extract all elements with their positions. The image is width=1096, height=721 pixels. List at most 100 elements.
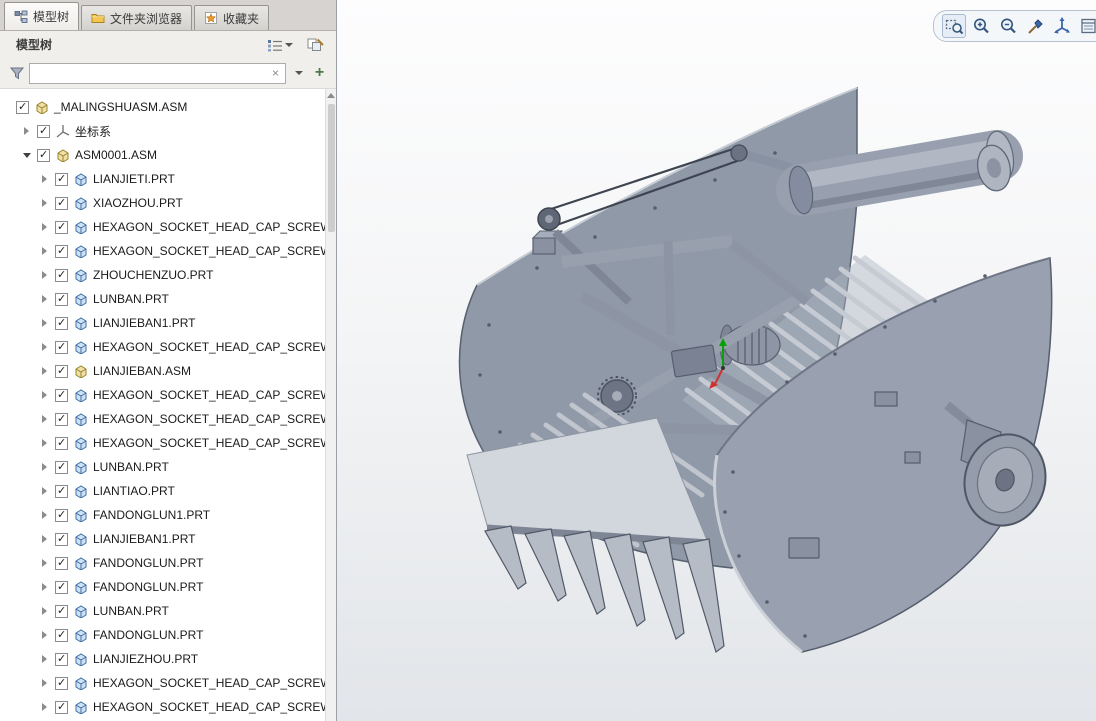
item-checkbox[interactable] — [55, 652, 68, 666]
tree-item[interactable]: LUNBAN.PRT — [0, 287, 325, 311]
item-checkbox[interactable] — [37, 124, 50, 138]
item-checkbox[interactable] — [55, 316, 68, 330]
item-checkbox[interactable] — [55, 268, 68, 282]
tree-item[interactable]: HEXAGON_SOCKET_HEAD_CAP_SCREW — [0, 695, 325, 719]
tree-item[interactable]: LUNBAN.PRT — [0, 599, 325, 623]
expander-icon[interactable] — [40, 486, 51, 497]
expander-icon[interactable] — [40, 174, 51, 185]
tree-item[interactable]: HEXAGON_SOCKET_HEAD_CAP_SCREW — [0, 215, 325, 239]
filter-dropdown-button[interactable] — [291, 64, 306, 83]
tree-item[interactable]: ZHOUCHENZUO.PRT — [0, 263, 325, 287]
tree-item[interactable]: LIANJIETI.PRT — [0, 167, 325, 191]
item-checkbox[interactable] — [55, 628, 68, 642]
zoom-in-button[interactable] — [969, 14, 993, 38]
item-checkbox[interactable] — [55, 220, 68, 234]
expander-icon[interactable] — [40, 654, 51, 665]
clear-search-icon[interactable]: × — [270, 66, 281, 80]
model-canvas[interactable] — [337, 0, 1096, 721]
item-checkbox[interactable] — [55, 604, 68, 618]
item-checkbox[interactable] — [55, 196, 68, 210]
favorites-icon — [204, 11, 218, 25]
tree-item[interactable]: FANDONGLUN.PRT — [0, 551, 325, 575]
tree-settings-button[interactable] — [305, 36, 326, 53]
item-checkbox[interactable] — [55, 532, 68, 546]
expander-icon[interactable] — [40, 582, 51, 593]
tree-item[interactable]: HEXAGON_SOCKET_HEAD_CAP_SCREW — [0, 431, 325, 455]
item-checkbox[interactable] — [37, 148, 50, 162]
expander-icon[interactable] — [40, 270, 51, 281]
view-manager-button[interactable] — [1077, 14, 1096, 38]
expander-icon[interactable] — [40, 558, 51, 569]
tree-item[interactable]: FANDONGLUN.PRT — [0, 575, 325, 599]
tree-item[interactable]: HEXAGON_SOCKET_HEAD_CAP_SCREW — [0, 239, 325, 263]
tree-item[interactable]: XIAOZHOU.PRT — [0, 191, 325, 215]
expander-icon[interactable] — [40, 318, 51, 329]
graphics-viewport[interactable] — [337, 0, 1096, 721]
expander-icon[interactable] — [40, 294, 51, 305]
item-checkbox[interactable] — [55, 364, 68, 378]
add-filter-button[interactable]: + — [311, 64, 328, 83]
expander-icon[interactable] — [40, 222, 51, 233]
tree-item[interactable]: _MALINGSHUASM.ASM — [0, 95, 325, 119]
item-checkbox[interactable] — [55, 700, 68, 714]
expander-icon[interactable] — [22, 150, 33, 161]
tab-model-tree[interactable]: 模型树 — [4, 2, 80, 30]
tree-item[interactable]: HEXAGON_SOCKET_HEAD_CAP_SCREW — [0, 383, 325, 407]
tree-item[interactable]: HEXAGON_SOCKET_HEAD_CAP_SCREW — [0, 407, 325, 431]
item-checkbox[interactable] — [55, 436, 68, 450]
expander-icon[interactable] — [40, 678, 51, 689]
expander-icon[interactable] — [40, 246, 51, 257]
tree-item[interactable]: LIANJIEBAN1.PRT — [0, 527, 325, 551]
tree-scrollbar[interactable] — [325, 89, 336, 721]
expander-icon[interactable] — [40, 702, 51, 713]
tree-item[interactable]: HEXAGON_SOCKET_HEAD_CAP_SCREW — [0, 671, 325, 695]
tab-folder-browser[interactable]: 文件夹浏览器 — [81, 5, 193, 30]
expander-icon[interactable] — [40, 414, 51, 425]
scrollbar-thumb[interactable] — [328, 104, 335, 232]
tree-item[interactable]: HEXAGON_SOCKET_HEAD_CAP_SCREW — [0, 335, 325, 359]
expander-icon[interactable] — [40, 342, 51, 353]
item-checkbox[interactable] — [55, 556, 68, 570]
tree-item[interactable]: LIANJIEBAN1.PRT — [0, 311, 325, 335]
repaint-button[interactable] — [1023, 14, 1047, 38]
expander-icon[interactable] — [40, 366, 51, 377]
tree-item[interactable]: LIANTIAO.PRT — [0, 479, 325, 503]
tree-item[interactable]: ASM0001.ASM — [0, 143, 325, 167]
item-checkbox[interactable] — [55, 412, 68, 426]
item-checkbox[interactable] — [55, 388, 68, 402]
tab-favorites[interactable]: 收藏夹 — [194, 5, 270, 30]
item-checkbox[interactable] — [16, 100, 29, 114]
tree-item[interactable]: FANDONGLUN.PRT — [0, 623, 325, 647]
tree-item[interactable]: LUNBAN.PRT — [0, 455, 325, 479]
tree-item[interactable]: FANDONGLUN1.PRT — [0, 503, 325, 527]
expander-icon[interactable] — [22, 126, 33, 137]
item-checkbox[interactable] — [55, 340, 68, 354]
in-graphics-toolbar — [933, 10, 1096, 42]
item-checkbox[interactable] — [55, 460, 68, 474]
zoom-out-button[interactable] — [996, 14, 1020, 38]
expander-icon[interactable] — [40, 462, 51, 473]
item-checkbox[interactable] — [55, 292, 68, 306]
scrollbar-up-arrow-icon[interactable] — [326, 89, 336, 102]
expander-icon[interactable] — [40, 606, 51, 617]
list-options-button[interactable] — [265, 37, 295, 53]
expander-icon[interactable] — [40, 438, 51, 449]
item-checkbox[interactable] — [55, 172, 68, 186]
tree-item[interactable]: 坐标系 — [0, 119, 325, 143]
tree-item[interactable]: LIANJIEBAN.ASM — [0, 359, 325, 383]
item-checkbox[interactable] — [55, 580, 68, 594]
item-checkbox[interactable] — [55, 508, 68, 522]
item-checkbox[interactable] — [55, 244, 68, 258]
expander-icon[interactable] — [40, 534, 51, 545]
item-checkbox[interactable] — [55, 676, 68, 690]
belt-pulley — [730, 144, 748, 162]
expander-icon[interactable] — [40, 198, 51, 209]
tree-search-input[interactable] — [34, 66, 270, 80]
item-checkbox[interactable] — [55, 484, 68, 498]
expander-icon[interactable] — [40, 630, 51, 641]
expander-icon[interactable] — [40, 510, 51, 521]
expander-icon[interactable] — [40, 390, 51, 401]
tree-item[interactable]: LIANJIEZHOU.PRT — [0, 647, 325, 671]
zoom-region-button[interactable] — [942, 14, 966, 38]
saved-orientations-button[interactable] — [1050, 14, 1074, 38]
